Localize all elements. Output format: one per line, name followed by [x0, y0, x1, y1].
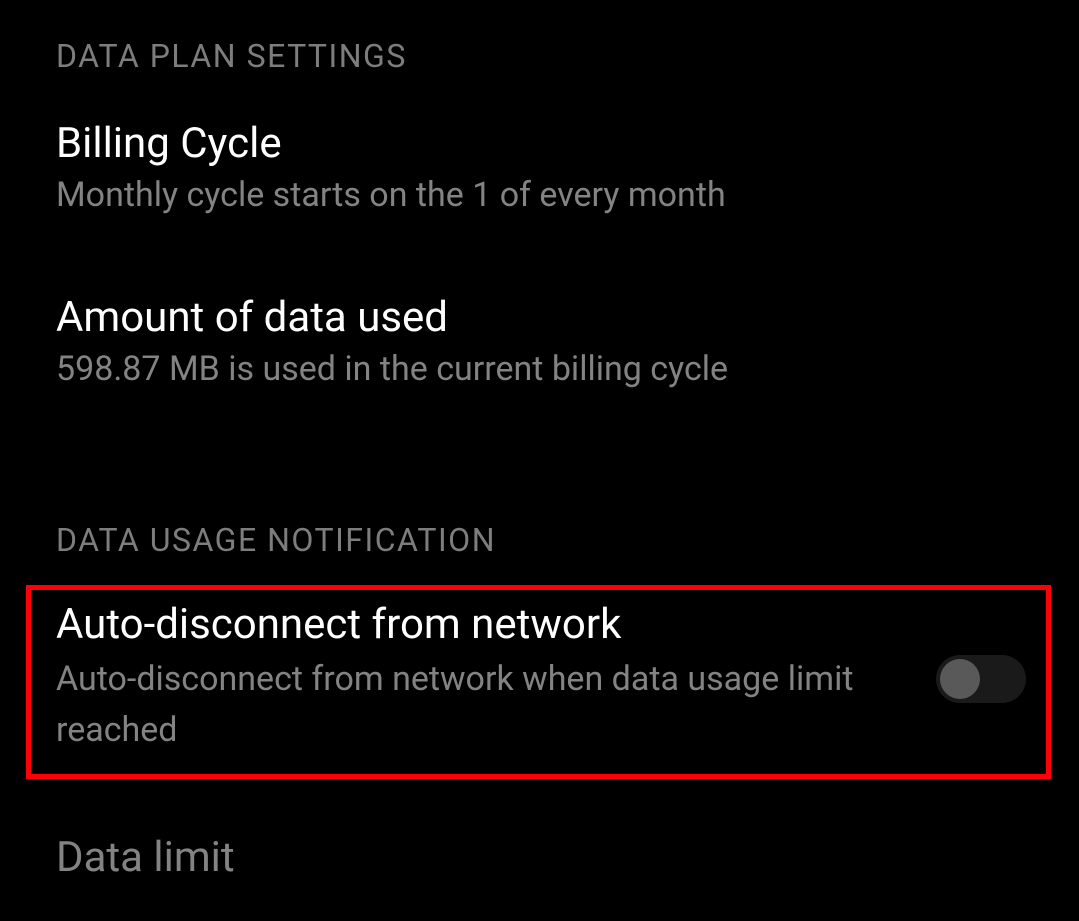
- section-header-data-plan: DATA PLAN SETTINGS: [56, 37, 1049, 75]
- setting-item-amount-used[interactable]: Amount of data used 598.87 MB is used in…: [56, 295, 1049, 393]
- billing-cycle-subtitle: Monthly cycle starts on the 1 of every m…: [56, 173, 1049, 219]
- settings-screen: DATA PLAN SETTINGS Billing Cycle Monthly…: [0, 0, 1079, 921]
- toggle-knob-icon: [940, 659, 980, 699]
- amount-used-subtitle: 598.87 MB is used in the current billing…: [56, 347, 1049, 393]
- billing-cycle-title: Billing Cycle: [56, 121, 1049, 167]
- setting-item-data-limit[interactable]: Data limit: [56, 833, 1049, 882]
- section-header-data-usage-notification: DATA USAGE NOTIFICATION: [56, 521, 1049, 559]
- auto-disconnect-subtitle: Auto-disconnect from network when data u…: [56, 654, 906, 756]
- auto-disconnect-title: Auto-disconnect from network: [56, 602, 906, 648]
- setting-item-billing-cycle[interactable]: Billing Cycle Monthly cycle starts on th…: [56, 121, 1049, 219]
- amount-used-title: Amount of data used: [56, 295, 1049, 341]
- setting-item-auto-disconnect[interactable]: Auto-disconnect from network Auto-discon…: [26, 585, 1051, 779]
- auto-disconnect-text: Auto-disconnect from network Auto-discon…: [56, 602, 936, 756]
- auto-disconnect-toggle[interactable]: [936, 655, 1026, 703]
